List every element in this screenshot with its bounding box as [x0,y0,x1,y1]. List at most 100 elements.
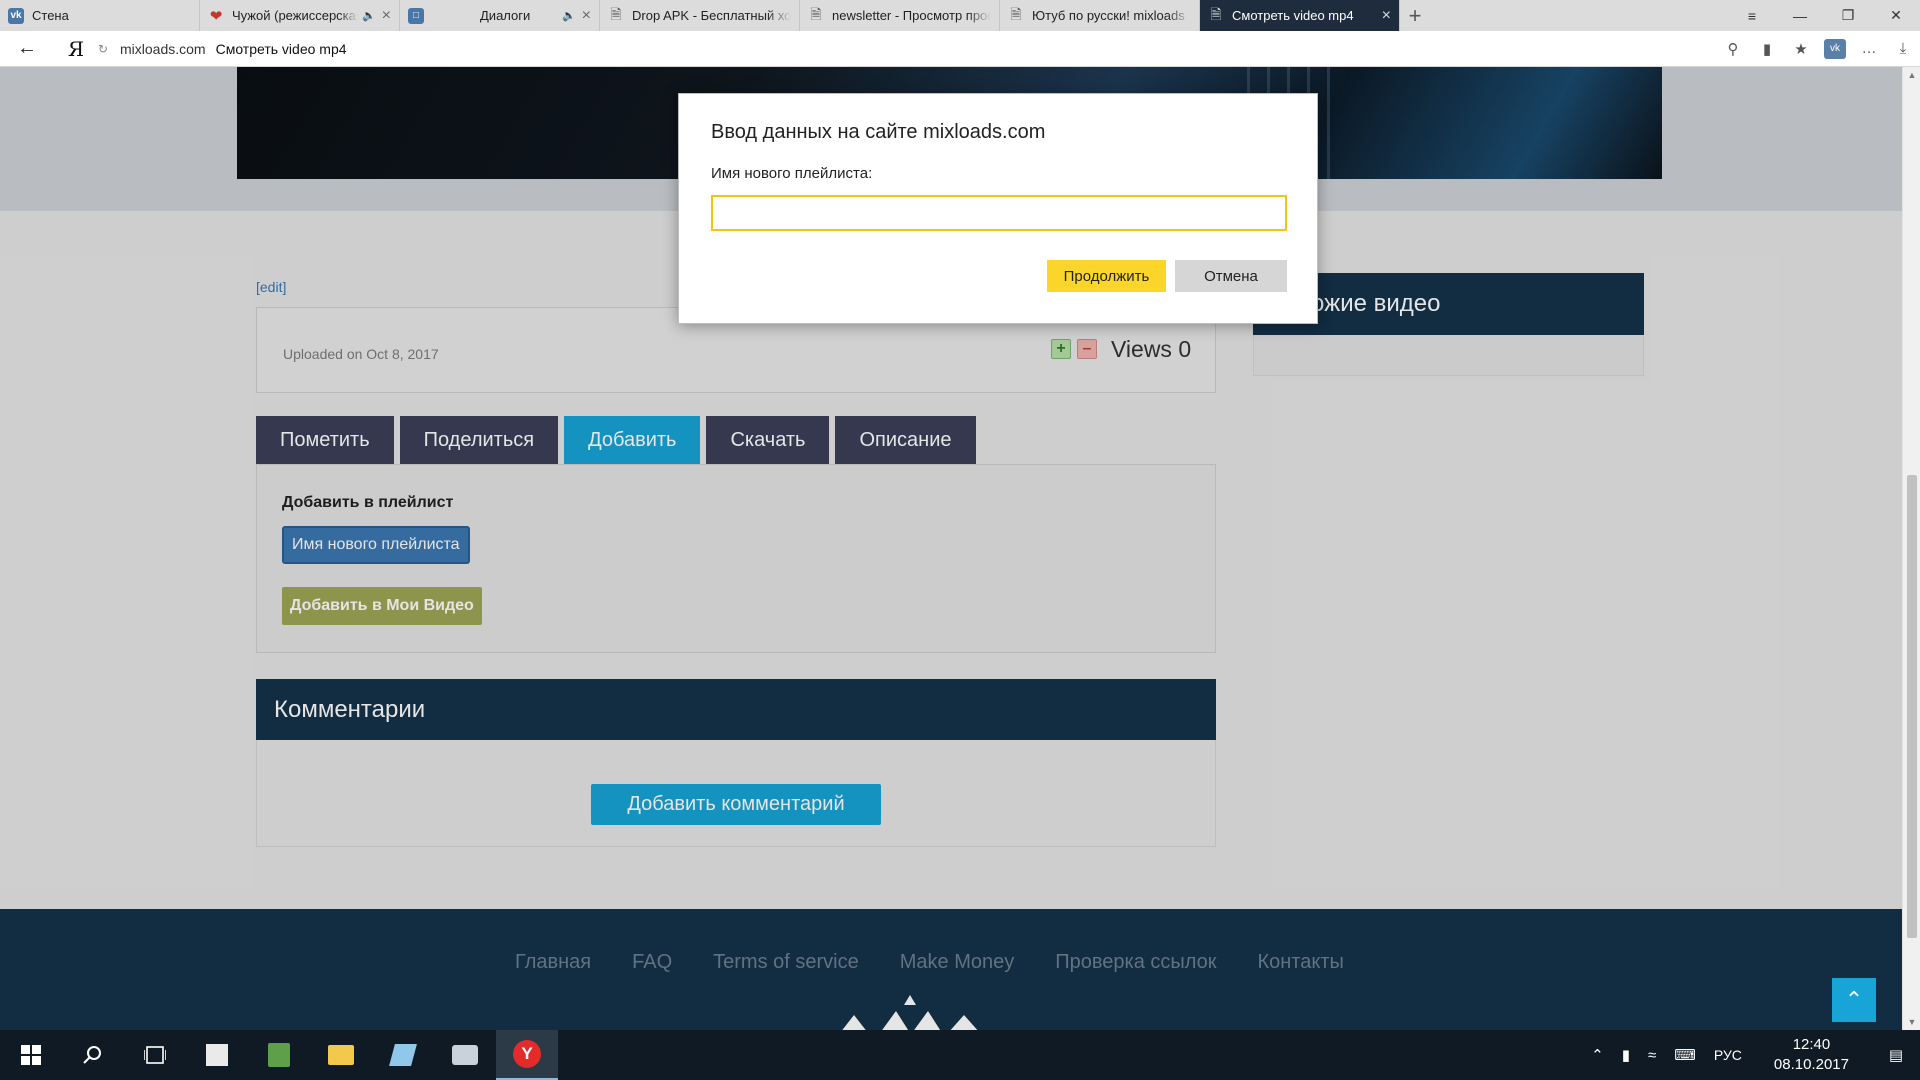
scroll-up-icon[interactable]: ▲ [1903,67,1920,83]
bookmark-star-icon[interactable]: ★ [1784,40,1818,58]
footer-link-home[interactable]: Главная [515,951,591,974]
browser-tab[interactable]: ❤ Чужой (режиссерская версия) 🔈 × [200,0,400,31]
add-comment-button[interactable]: Добавить комментарий [591,784,881,825]
drive-icon[interactable] [434,1030,496,1080]
cancel-button[interactable]: Отмена [1175,260,1287,292]
tray-chevron-up-icon[interactable]: ⌃ [1582,1046,1613,1064]
scroll-to-top-icon[interactable]: ⌃ [1832,978,1876,1022]
file-explorer-icon[interactable] [310,1030,372,1080]
footer-nav: Главная FAQ Terms of service Make Money … [515,951,1344,974]
footer-link-contacts[interactable]: Контакты [1258,951,1344,974]
edit-link[interactable]: [edit] [256,279,286,295]
chat-icon: □ [408,7,424,24]
scroll-down-icon[interactable]: ▼ [1903,1014,1920,1030]
close-window-icon[interactable]: ✕ [1872,0,1920,31]
site-logo-icon [842,995,978,1030]
speaker-icon[interactable]: 🔈 [562,9,576,22]
tab-title: Ютуб по русски! mixloads [1032,8,1185,23]
store-icon[interactable] [186,1030,248,1080]
close-tab-icon[interactable]: × [1382,7,1391,24]
clock-time: 12:40 [1792,1036,1831,1053]
search-icon[interactable] [62,1030,124,1080]
tab-download[interactable]: Скачать [706,416,830,464]
footer-link-make-money[interactable]: Make Money [900,951,1015,974]
tab-title: Чужой (режиссерская версия) [232,8,358,23]
video-action-tabs: Пометить Поделиться Добавить Скачать Опи… [256,416,976,464]
address-bar-actions: ⚲ ▮ ★ vk … ⤓ [1716,38,1920,59]
dialog-label: Имя нового плейлиста: [711,165,873,182]
playlist-name-input[interactable] [711,195,1287,231]
upload-date: Uploaded on Oct 8, 2017 [283,346,439,362]
notepad-icon[interactable] [372,1030,434,1080]
footer-link-link-check[interactable]: Проверка ссылок [1055,951,1216,974]
app-green-icon[interactable] [248,1030,310,1080]
back-arrow-icon[interactable]: ← [0,37,54,60]
clock[interactable]: 12:40 08.10.2017 [1751,1035,1872,1075]
document-icon: 🗎 [610,5,622,22]
tab-description[interactable]: Описание [835,416,976,464]
document-icon: 🗎 [1210,5,1222,22]
browser-tab[interactable]: vk Стена [0,0,200,31]
clock-date: 08.10.2017 [1773,1056,1849,1073]
browser-tab[interactable]: 🗎 Ютуб по русски! mixloads [1000,0,1200,31]
page-scrollbar[interactable]: ▲ ▼ [1902,67,1920,1030]
continue-button[interactable]: Продолжить [1047,260,1166,292]
footer-link-faq[interactable]: FAQ [632,951,672,974]
add-to-playlist-panel: Добавить в плейлист Имя нового плейлиста… [256,464,1216,653]
speaker-icon[interactable]: 🔈 [362,9,376,22]
scrollbar-thumb[interactable] [1907,475,1917,938]
wifi-icon[interactable]: ≈ [1639,1047,1665,1064]
browser-tab-active[interactable]: 🗎 Смотреть video mp4 × [1200,0,1400,31]
tab-title: Drop APK - Бесплатный хостинг [632,8,791,23]
views-count: Views 0 [1111,336,1192,362]
tab-title: Диалоги [480,8,531,23]
browser-tab[interactable]: □ Диалоги 🔈 × [400,0,600,31]
address-domain[interactable]: mixloads.com [120,41,206,57]
reload-icon[interactable]: ↻ [98,42,120,56]
browser-tab-strip: vk Стена ❤ Чужой (режиссерская версия) 🔈… [0,0,1920,31]
lock-icon[interactable]: ▮ [1750,40,1784,58]
similar-videos-list [1253,335,1644,376]
minimize-icon[interactable]: — [1776,0,1824,31]
document-icon: 🗎 [1010,5,1022,22]
tab-title: newsletter - Просмотр профиля [832,8,991,23]
restore-icon[interactable]: ❐ [1824,0,1872,31]
window-controls: ≡ — ❐ ✕ [1728,0,1920,31]
vk-icon: vk [8,7,24,24]
notifications-icon[interactable]: ▤ [1872,1046,1920,1064]
footer-link-terms[interactable]: Terms of service [713,951,859,974]
windows-start-icon[interactable] [0,1030,62,1080]
browser-tab[interactable]: 🗎 newsletter - Просмотр профиля [800,0,1000,31]
browser-tab[interactable]: 🗎 Drop APK - Бесплатный хостинг [600,0,800,31]
task-view-icon[interactable] [124,1030,186,1080]
menu-icon[interactable]: ≡ [1728,0,1776,31]
address-page-title[interactable]: Смотреть video mp4 [216,41,347,57]
extension-icon[interactable]: vk [1824,38,1846,59]
new-tab-icon[interactable]: + [1400,0,1430,31]
address-bar: ← Я ↻ mixloads.com Смотреть video mp4 ⚲ … [0,31,1920,67]
heart-icon: ❤ [209,7,223,25]
add-to-my-videos-button[interactable]: Добавить в Мои Видео [282,587,482,625]
comments-section: Добавить комментарий [256,740,1216,847]
like-plus-icon[interactable]: + [1051,339,1071,359]
more-icon[interactable]: … [1852,40,1886,57]
download-icon[interactable]: ⤓ [1886,40,1920,57]
dislike-minus-icon[interactable]: – [1077,339,1097,359]
new-playlist-button[interactable]: Имя нового плейлиста [282,526,470,564]
language-indicator[interactable]: РУС [1705,1047,1751,1063]
close-tab-icon[interactable]: × [582,7,591,24]
tab-mark[interactable]: Пометить [256,416,394,464]
yandex-browser-icon[interactable]: Y [496,1030,558,1080]
tab-share[interactable]: Поделиться [399,416,559,464]
yandex-logo-icon[interactable]: Я [54,37,98,61]
system-tray: ⌃ ▮ ≈ ⌨ РУС 12:40 08.10.2017 ▤ [1582,1030,1920,1080]
tab-title: Смотреть video mp4 [1232,8,1354,23]
dialog-title: Ввод данных на сайте mixloads.com [711,121,1046,143]
battery-icon[interactable]: ▮ [1613,1046,1639,1064]
playlist-section-title: Добавить в плейлист [282,494,454,511]
tab-add[interactable]: Добавить [564,416,701,464]
site-footer: Главная FAQ Terms of service Make Money … [0,909,1902,1030]
keyboard-icon[interactable]: ⌨ [1665,1046,1705,1064]
close-tab-icon[interactable]: × [382,7,391,24]
search-icon[interactable]: ⚲ [1716,40,1750,58]
